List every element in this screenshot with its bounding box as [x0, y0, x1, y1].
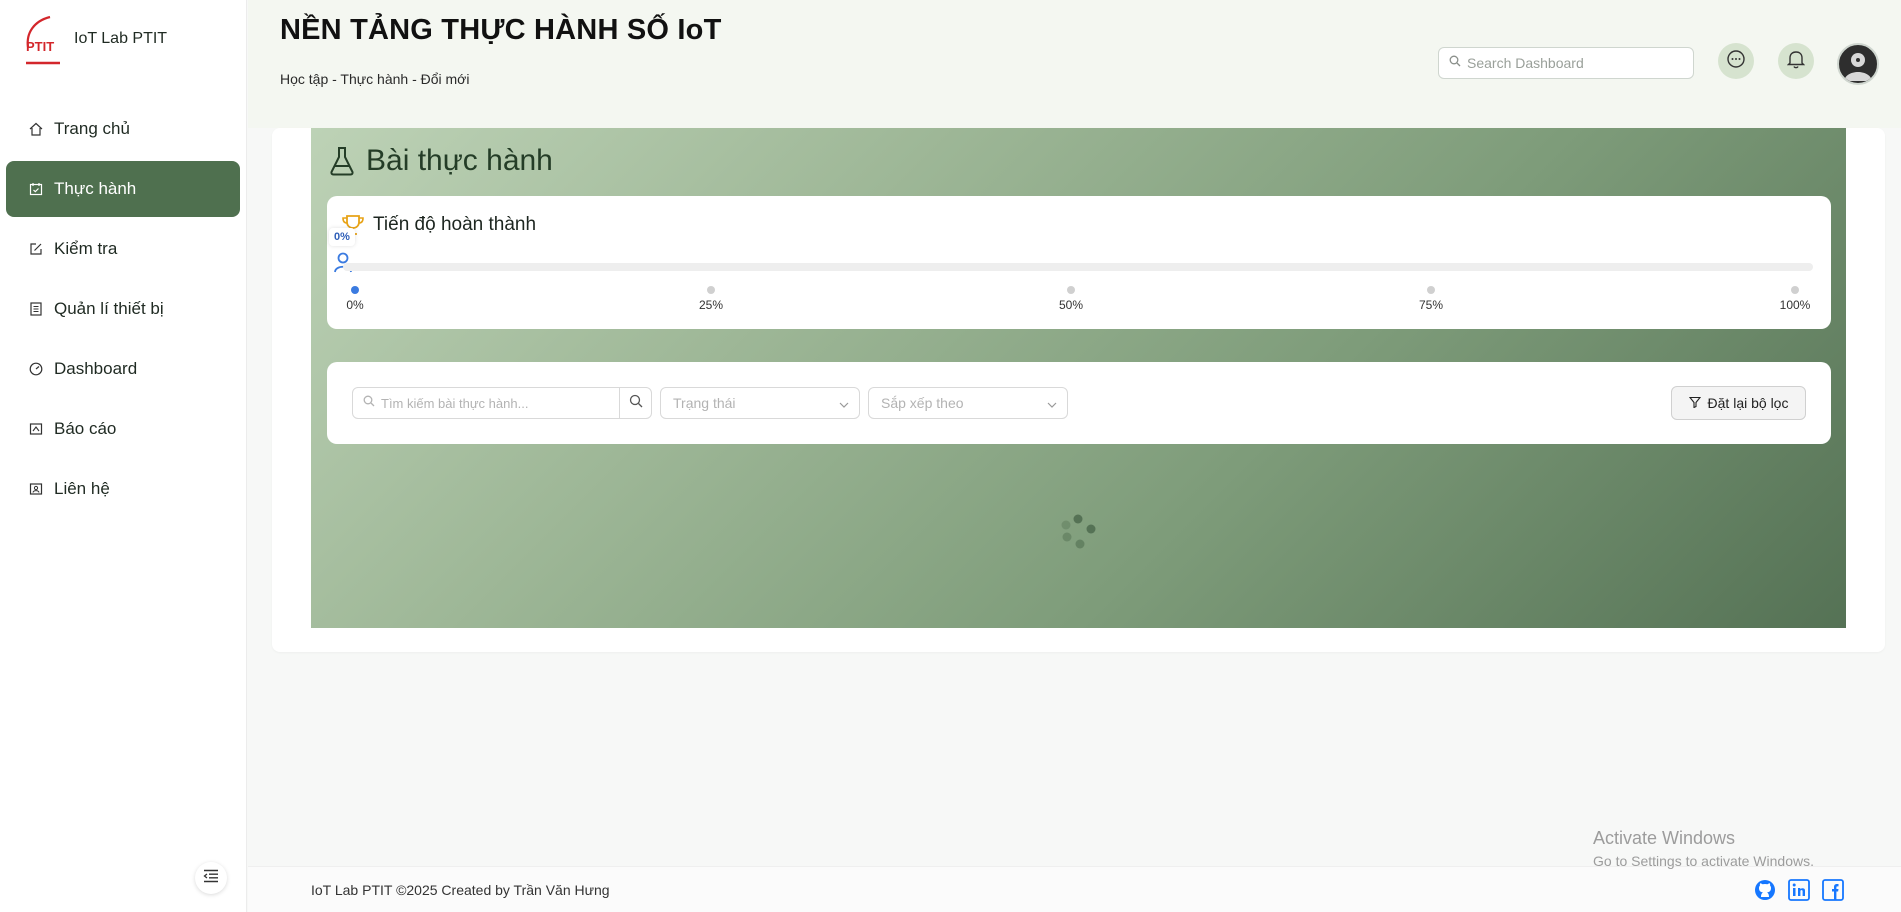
reset-filters-label: Đặt lại bộ lọc — [1707, 395, 1789, 411]
search-input[interactable] — [1467, 55, 1677, 71]
sidebar-item-label: Trang chủ — [54, 119, 130, 138]
sidebar: PTIT IoT Lab PTIT Trang chủ Thực hành Ki… — [0, 0, 247, 912]
progress-title: Tiến độ hoàn thành — [341, 214, 536, 236]
tick-dot-75 — [1427, 286, 1435, 294]
progress-track — [343, 263, 1813, 271]
sidebar-item-label: Kiểm tra — [54, 239, 118, 258]
copyright-text: IoT Lab PTIT ©2025 Created by Trần Văn H… — [311, 882, 610, 898]
sidebar-item-label: Liên hệ — [54, 479, 110, 498]
status-select[interactable]: Trạng thái — [660, 387, 860, 419]
tick-label: 100% — [1779, 298, 1811, 312]
tick-dot-50 — [1067, 286, 1075, 294]
sidebar-item-bao-cao[interactable]: Báo cáo — [6, 401, 240, 457]
page-title: NỀN TẢNG THỰC HÀNH SỐ IoT — [280, 14, 722, 46]
page-subtitle: Học tập - Thực hành - Đổi mới — [280, 71, 470, 87]
search-icon — [1449, 54, 1461, 72]
home-icon — [28, 121, 44, 137]
bell-icon — [1786, 49, 1806, 74]
messages-button[interactable] — [1718, 43, 1754, 79]
activate-subtitle: Go to Settings to activate Windows. — [1593, 853, 1814, 869]
sidebar-item-thuc-hanh[interactable]: Thực hành — [6, 161, 240, 217]
contact-icon — [28, 481, 44, 497]
progress-card: Tiến độ hoàn thành 0% 0% 25% 50% 75% 100… — [327, 196, 1831, 329]
tick-label: 25% — [698, 298, 724, 312]
chat-icon — [1726, 49, 1746, 74]
menu-fold-icon — [203, 869, 219, 888]
sidebar-item-kiem-tra[interactable]: Kiểm tra — [6, 221, 240, 277]
notifications-button[interactable] — [1778, 43, 1814, 79]
windows-activation-watermark: Activate Windows Go to Settings to activ… — [1593, 828, 1814, 869]
github-icon[interactable] — [1754, 879, 1776, 901]
brand[interactable]: PTIT IoT Lab PTIT — [0, 0, 246, 78]
tick-label: 50% — [1058, 298, 1084, 312]
section-heading-text: Bài thực hành — [366, 144, 553, 177]
dashboard-icon — [28, 361, 44, 377]
brand-name: IoT Lab PTIT — [74, 30, 168, 47]
search-icon — [629, 394, 643, 413]
calendar-check-icon — [28, 181, 44, 197]
sidebar-item-trang-chu[interactable]: Trang chủ — [6, 101, 240, 157]
tick-label: 75% — [1418, 298, 1444, 312]
ptit-logo: PTIT — [20, 13, 64, 65]
lab-search[interactable] — [352, 387, 652, 419]
list-icon — [28, 301, 44, 317]
collapse-sidebar-button[interactable] — [195, 862, 227, 894]
sort-select-placeholder: Sắp xếp theo — [881, 395, 964, 411]
lab-search-input[interactable] — [381, 395, 601, 411]
dashboard-search[interactable] — [1438, 47, 1694, 79]
sidebar-item-label: Quản lí thiết bị — [54, 299, 164, 318]
tick-label: 0% — [346, 298, 364, 312]
chevron-down-icon — [839, 395, 849, 411]
tick-dot-25 — [707, 286, 715, 294]
facebook-icon[interactable] — [1822, 879, 1844, 901]
linkedin-icon[interactable] — [1788, 879, 1810, 901]
sidebar-item-dashboard[interactable]: Dashboard — [6, 341, 240, 397]
report-icon — [28, 421, 44, 437]
sort-select[interactable]: Sắp xếp theo — [868, 387, 1068, 419]
activate-title: Activate Windows — [1593, 828, 1736, 848]
flask-icon — [329, 146, 355, 176]
sidebar-nav: Trang chủ Thực hành Kiểm tra Quản lí thi… — [0, 101, 246, 517]
sidebar-item-label: Báo cáo — [54, 419, 117, 438]
filter-icon — [1688, 395, 1701, 411]
page-header: NỀN TẢNG THỰC HÀNH SỐ IoT Học tập - Thực… — [248, 0, 1901, 128]
logo-lettering: PTIT — [26, 39, 54, 54]
tick-dot-100 — [1791, 286, 1799, 294]
sidebar-item-quan-li-thiet-bi[interactable]: Quản lí thiết bị — [6, 281, 240, 337]
sidebar-item-label: Thực hành — [54, 179, 137, 198]
section-heading: Bài thực hành — [329, 144, 553, 178]
search-icon — [363, 394, 375, 412]
status-select-placeholder: Trạng thái — [673, 395, 736, 411]
page-footer: IoT Lab PTIT ©2025 Created by Trần Văn H… — [248, 866, 1901, 912]
user-avatar[interactable] — [1837, 43, 1879, 85]
loading-spinner-icon — [1060, 514, 1096, 550]
lab-search-button[interactable] — [619, 388, 651, 418]
filter-bar: Trạng thái Sắp xếp theo Đặt lại bộ lọc — [327, 362, 1831, 444]
sidebar-item-lien-he[interactable]: Liên hệ — [6, 461, 240, 517]
progress-title-text: Tiến độ hoàn thành — [373, 214, 537, 235]
tick-dot-0 — [351, 286, 359, 294]
edit-icon — [28, 241, 44, 257]
chevron-down-icon — [1047, 395, 1057, 411]
sidebar-item-label: Dashboard — [54, 359, 138, 378]
progress-percent-badge: 0% — [329, 228, 355, 246]
reset-filters-button[interactable]: Đặt lại bộ lọc — [1671, 386, 1806, 420]
